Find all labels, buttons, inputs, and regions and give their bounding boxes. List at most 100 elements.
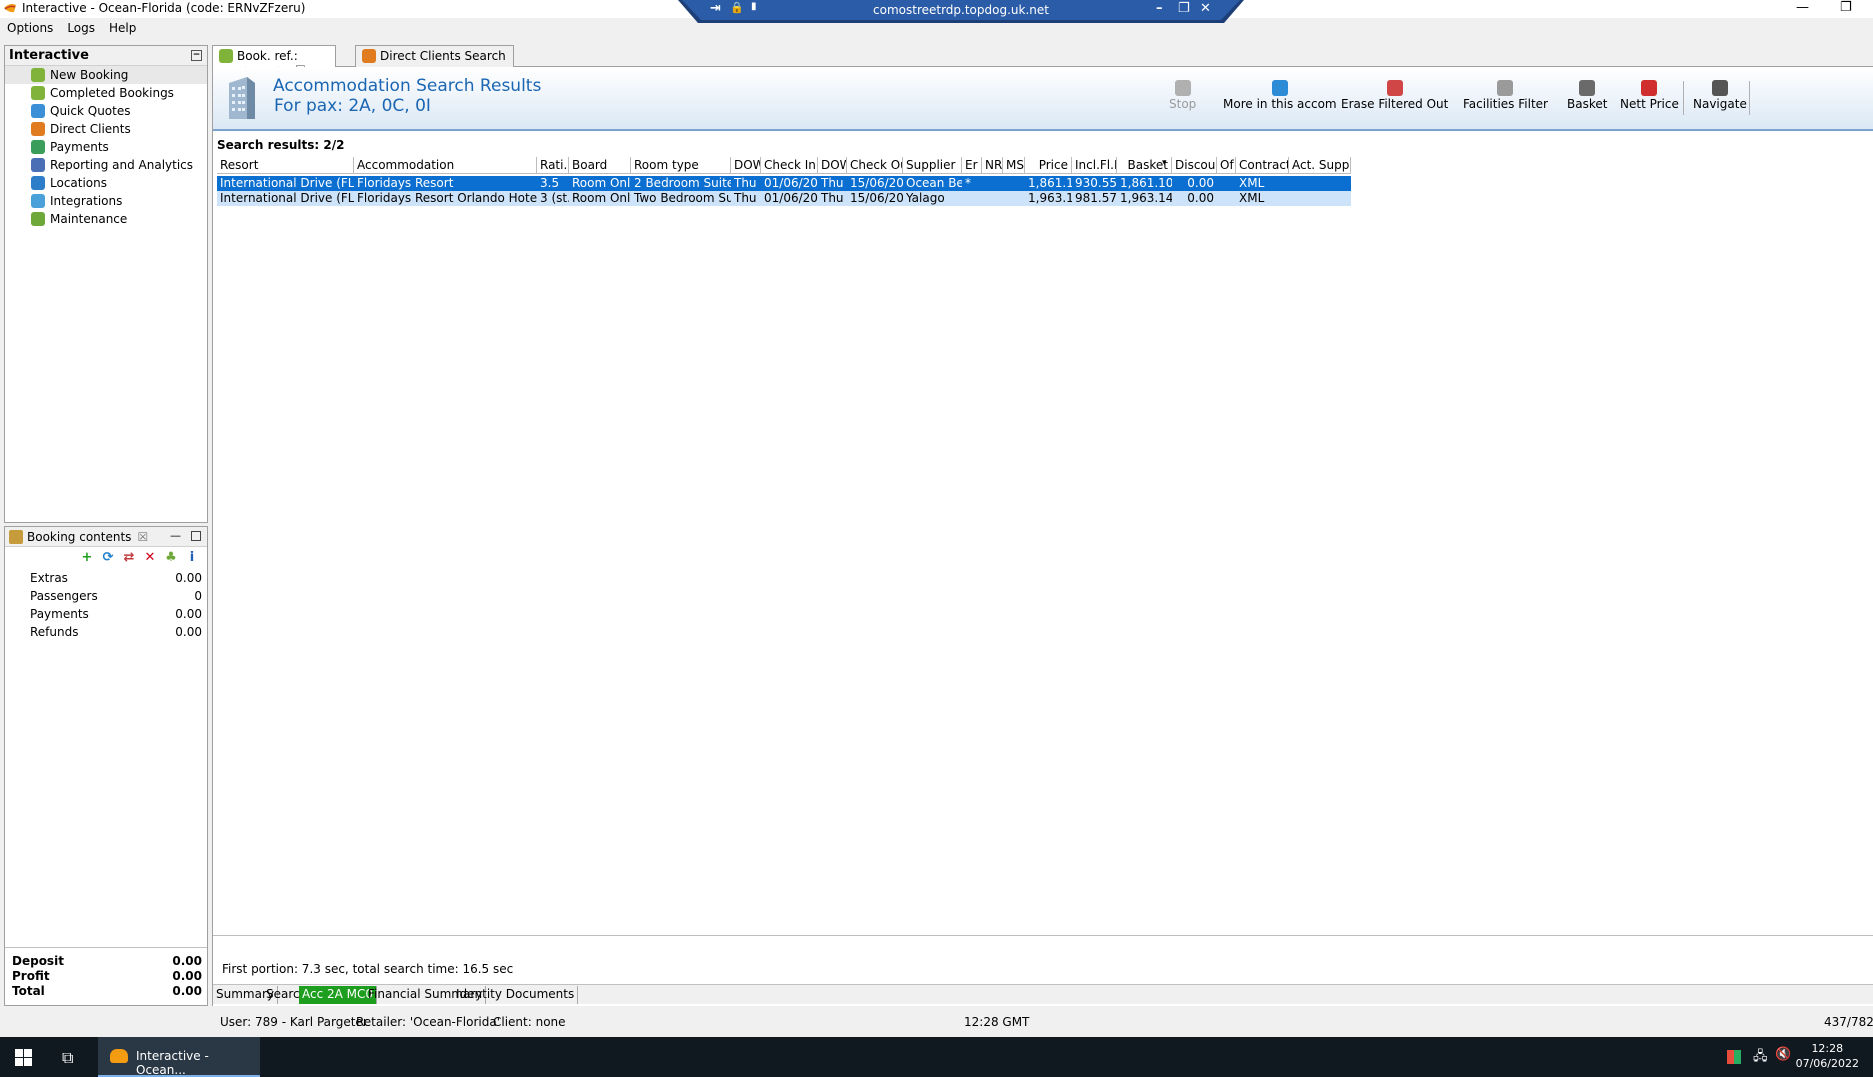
column-header[interactable]: Check In <box>761 157 818 174</box>
table-cell: 1,963.14 <box>1028 191 1072 205</box>
taskbar-app-interactive[interactable]: Interactive - Ocean... <box>98 1037 260 1077</box>
main-content: Accommodation Search Results For pax: 2A… <box>212 67 1873 1006</box>
task-view-icon[interactable]: ⧉ <box>62 1048 73 1068</box>
taskbar-clock[interactable]: 12:28 07/06/2022 <box>1796 1041 1859 1071</box>
sidebar-item-integrations[interactable]: Integrations <box>5 192 207 210</box>
menu-options[interactable]: Options <box>0 20 60 36</box>
globe-search-icon <box>1271 80 1288 96</box>
navigation-title: Interactive <box>9 48 89 63</box>
minimize-panel-icon[interactable]: — <box>170 529 181 542</box>
sidebar-item-label: Integrations <box>50 194 123 208</box>
column-header[interactable]: NR <box>982 157 1003 174</box>
sidebar-item-label: Reporting and Analytics <box>50 158 194 172</box>
column-header[interactable]: Board <box>569 157 631 174</box>
maintenance-icon <box>31 212 45 226</box>
status-time: 12:28 GMT <box>964 1015 1030 1029</box>
table-cell <box>1003 191 1025 206</box>
nett-price-icon <box>1641 80 1658 96</box>
collapse-icon[interactable]: − <box>191 50 202 61</box>
sidebar-item-quick-quotes[interactable]: Quick Quotes <box>5 102 207 120</box>
column-header[interactable]: Rati... <box>537 157 569 174</box>
column-header[interactable]: Resort <box>217 157 354 174</box>
restore-button[interactable]: ❐ <box>1840 0 1852 15</box>
more-in-this-accom-button[interactable]: More in this accom <box>1223 80 1337 111</box>
sound-muted-icon[interactable]: 🔇 <box>1775 1047 1791 1062</box>
transfer-icon[interactable]: ⇄ <box>122 551 136 565</box>
table-cell: International Drive (FL) <box>220 191 354 205</box>
tab-direct-clients-search[interactable]: Direct Clients Search <box>355 45 514 67</box>
info-icon[interactable]: i <box>185 551 199 565</box>
table-cell: 0.00 <box>1187 176 1214 190</box>
nett-price-button[interactable]: Nett Price <box>1620 80 1679 111</box>
menu-logs[interactable]: Logs <box>60 20 102 36</box>
table-cell: 01/06/2023 <box>764 176 818 190</box>
tray-app-icon[interactable] <box>1727 1050 1741 1064</box>
palm-tree-icon <box>219 49 233 63</box>
total-row-deposit: Deposit 0.00 <box>5 954 207 969</box>
clock-date: 07/06/2022 <box>1795 1057 1859 1070</box>
facilities-filter-button[interactable]: Facilities Filter <box>1463 80 1548 111</box>
column-header[interactable]: Act. Supplier <box>1289 157 1351 174</box>
total-row-profit: Profit 0.00 <box>5 969 207 984</box>
sidebar-item-label: Completed Bookings <box>50 86 174 100</box>
column-header[interactable]: Accommodation <box>354 157 537 174</box>
tab-booking-ref[interactable]: Book. ref.: <none>☒ <box>212 45 336 77</box>
column-header[interactable]: Contract <box>1236 157 1289 174</box>
basket-button[interactable]: Basket <box>1567 80 1607 111</box>
booking-row-label: Payments <box>30 607 89 621</box>
booking-icon <box>9 530 23 544</box>
stop-button[interactable]: Stop <box>1169 80 1196 111</box>
total-row-total: Total 0.00 <box>5 984 207 999</box>
column-header[interactable]: MS <box>1003 157 1025 174</box>
toolbar-button-label: Navigate <box>1693 97 1747 111</box>
table-row[interactable]: International Drive (FL) Floridays Resort… <box>217 191 1351 206</box>
tab-identity-documents[interactable]: Identity Documents <box>453 986 579 1004</box>
navigation-header: Interactive − <box>5 46 207 66</box>
booking-row-label: Passengers <box>30 589 98 603</box>
stop-icon <box>1174 80 1191 96</box>
network-icon[interactable]: 🖧 <box>1753 1047 1768 1069</box>
table-cell: 0.00 <box>1187 191 1214 205</box>
column-header[interactable]: DOW <box>731 157 761 174</box>
sidebar-item-payments[interactable]: Payments <box>5 138 207 156</box>
column-header[interactable]: Of <box>1217 157 1236 174</box>
erase-icon <box>1386 80 1403 96</box>
table-cell: Floridays Resort Orlando Hotel <box>357 191 537 205</box>
refresh-icon[interactable]: ⟳ <box>101 551 115 565</box>
navigate-button[interactable]: Navigate <box>1693 80 1747 111</box>
maximize-panel-icon[interactable] <box>191 531 201 541</box>
windows-start-icon[interactable] <box>15 1049 32 1066</box>
sidebar-item-reporting-and-analytics[interactable]: Reporting and Analytics <box>5 156 207 174</box>
table-cell <box>1217 176 1236 191</box>
column-header[interactable]: Check Out <box>847 157 903 174</box>
sidebar-item-maintenance[interactable]: Maintenance <box>5 210 207 228</box>
sidebar-item-completed-bookings[interactable]: Completed Bookings <box>5 84 207 102</box>
rdp-minimize-button[interactable]: – <box>1156 1 1163 16</box>
palm-icon[interactable]: ♣ <box>164 551 178 565</box>
add-icon[interactable]: + <box>80 551 94 565</box>
menu-help[interactable]: Help <box>102 20 143 36</box>
sidebar-item-label: Maintenance <box>50 212 128 226</box>
delete-icon[interactable]: ✕ <box>143 551 157 565</box>
table-header: ResortAccommodationRati...BoardRoom type… <box>217 157 1351 174</box>
booking-row-value: 0.00 <box>175 607 202 621</box>
column-header[interactable]: Discount <box>1172 157 1217 174</box>
column-header[interactable]: Price <box>1025 157 1072 174</box>
column-header[interactable]: Supplier <box>903 157 962 174</box>
sidebar-item-locations[interactable]: Locations <box>5 174 207 192</box>
column-header[interactable]: DOW <box>818 157 847 174</box>
column-header[interactable]: Er <box>962 157 982 174</box>
close-icon[interactable]: ☒ <box>137 530 148 544</box>
column-header[interactable]: Incl.Fl.PP <box>1072 157 1117 174</box>
booking-row-value: 0.00 <box>175 625 202 639</box>
rdp-restore-button[interactable]: ❐ <box>1178 1 1190 16</box>
column-header[interactable]: Room type <box>631 157 731 174</box>
minimize-button[interactable]: — <box>1796 0 1809 15</box>
erase-filtered-out-button[interactable]: Erase Filtered Out <box>1341 80 1448 111</box>
table-cell: 2 Bedroom Suite <box>634 176 731 190</box>
table-row[interactable]: International Drive (FL) Floridays Resort… <box>217 176 1351 191</box>
building-icon <box>229 77 255 119</box>
rdp-close-button[interactable]: ✕ <box>1200 1 1211 16</box>
sidebar-item-new-booking[interactable]: New Booking <box>5 66 207 84</box>
sidebar-item-direct-clients[interactable]: Direct Clients <box>5 120 207 138</box>
